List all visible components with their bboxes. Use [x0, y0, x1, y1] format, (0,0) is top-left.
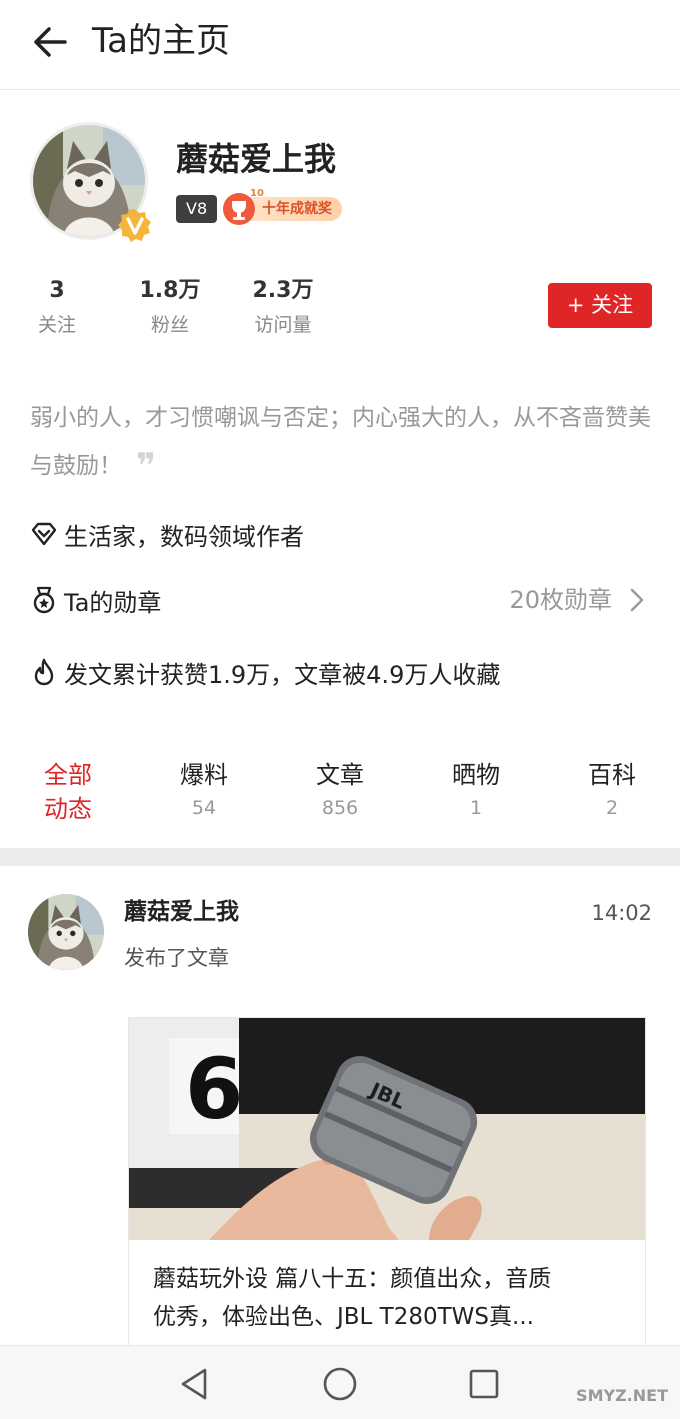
ten-year-award-badge: 10 十年成就奖 [222, 188, 342, 226]
flame-icon [30, 658, 58, 686]
stat-value: 3 [49, 278, 65, 303]
tab-label: 爆料 [180, 761, 228, 789]
profile-bio: 弱小的人，才习惯嘲讽与否定；内心强大的人，从不吝啬赞美与鼓励！ ❞ [30, 394, 660, 490]
nav-home-button[interactable] [320, 1364, 360, 1404]
tagline-text: 生活家，数码领域作者 [64, 522, 304, 551]
achievement-text: 发文累计获赞1.9万，文章被4.9万人收藏 [64, 660, 501, 689]
feed-timestamp: 14:02 [591, 901, 652, 925]
tab-deals[interactable]: 爆料 54 [164, 758, 244, 824]
tab-label-line2: 动态 [44, 795, 92, 823]
stat-visits: 2.3万 访问量 [223, 276, 343, 340]
medal-icon [30, 586, 58, 614]
section-divider [0, 848, 680, 866]
circle-home-icon [323, 1367, 357, 1401]
nav-recents-button[interactable] [464, 1364, 504, 1404]
site-watermark: SMYZ.NET [576, 1386, 668, 1405]
tab-count: 2 [605, 797, 619, 819]
tab-showcase[interactable]: 晒物 1 [436, 758, 516, 824]
feed-avatar[interactable] [28, 894, 104, 970]
bio-text: 弱小的人，才习惯嘲讽与否定；内心强大的人，从不吝啬赞美与鼓励！ [30, 405, 651, 479]
article-card[interactable]: 6 JBL 蘑菇玩外设 篇八十五：颜值出众，音质 优秀，体验出色、JBL T28… [128, 1017, 646, 1357]
follow-button[interactable]: + 关注 [548, 283, 652, 328]
feed-author-name[interactable]: 蘑菇爱上我 [124, 894, 239, 930]
quote-mark-icon: ❞ [136, 446, 156, 486]
medals-count-link[interactable]: 20枚勋章 [509, 580, 644, 620]
chevron-right-icon [630, 588, 644, 612]
tab-label-line1: 全部 [44, 761, 92, 789]
stat-label: 关注 [37, 314, 76, 336]
feed-action-text: 发布了文章 [124, 946, 229, 970]
tab-label: 晒物 [452, 761, 500, 789]
tagline-row: 生活家，数码领域作者 [30, 514, 650, 554]
page-title: Ta的主页 [92, 21, 230, 61]
stat-following[interactable]: 3 关注 [0, 276, 117, 340]
tab-label: 文章 [316, 761, 364, 789]
back-button[interactable] [28, 20, 72, 64]
nav-back-button[interactable] [174, 1364, 214, 1404]
system-nav-bar [0, 1345, 680, 1419]
award-number: 10 [250, 188, 264, 199]
stat-label: 访问量 [254, 314, 312, 336]
article-title-line1: 蘑菇玩外设 篇八十五：颜值出众，音质 [153, 1266, 552, 1292]
stat-value: 2.3万 [252, 278, 314, 303]
diamond-icon [30, 520, 58, 548]
stat-followers[interactable]: 1.8万 粉丝 [110, 276, 230, 340]
content-tabs: 全部 动态 爆料 54 文章 856 晒物 1 百科 2 [0, 758, 680, 838]
medals-label: Ta的勋章 [64, 588, 162, 617]
triangle-back-icon [181, 1368, 207, 1400]
tab-wiki[interactable]: 百科 2 [572, 758, 652, 824]
article-thumbnail: 6 JBL [129, 1018, 645, 1240]
verified-v-icon [118, 209, 151, 242]
profile-avatar[interactable] [30, 122, 152, 244]
tab-label: 百科 [588, 761, 636, 789]
square-recents-icon [469, 1369, 499, 1399]
award-label: 十年成就奖 [244, 197, 342, 221]
profile-username: 蘑菇爱上我 [176, 140, 337, 178]
level-badge: V8 [176, 195, 218, 223]
stat-value: 1.8万 [139, 278, 201, 303]
tab-articles[interactable]: 文章 856 [300, 758, 380, 824]
arrow-left-icon [34, 27, 67, 57]
calendar-digit: 6 [185, 1040, 243, 1138]
article-title-line2: 优秀，体验出色、JBL T280TWS真... [153, 1304, 534, 1330]
cat-avatar-image [28, 894, 104, 970]
achievement-row: 发文累计获赞1.9万，文章被4.9万人收藏 [30, 652, 650, 692]
medals-count: 20枚勋章 [509, 586, 612, 614]
tab-count: 856 [321, 797, 359, 819]
tab-count: 54 [191, 797, 217, 819]
app-header: Ta的主页 [0, 0, 680, 90]
tab-all-activity[interactable]: 全部 动态 [38, 758, 98, 826]
article-title: 蘑菇玩外设 篇八十五：颜值出众，音质 优秀，体验出色、JBL T280TWS真.… [129, 1240, 645, 1336]
stat-label: 粉丝 [150, 314, 189, 336]
tab-count: 1 [469, 797, 483, 819]
